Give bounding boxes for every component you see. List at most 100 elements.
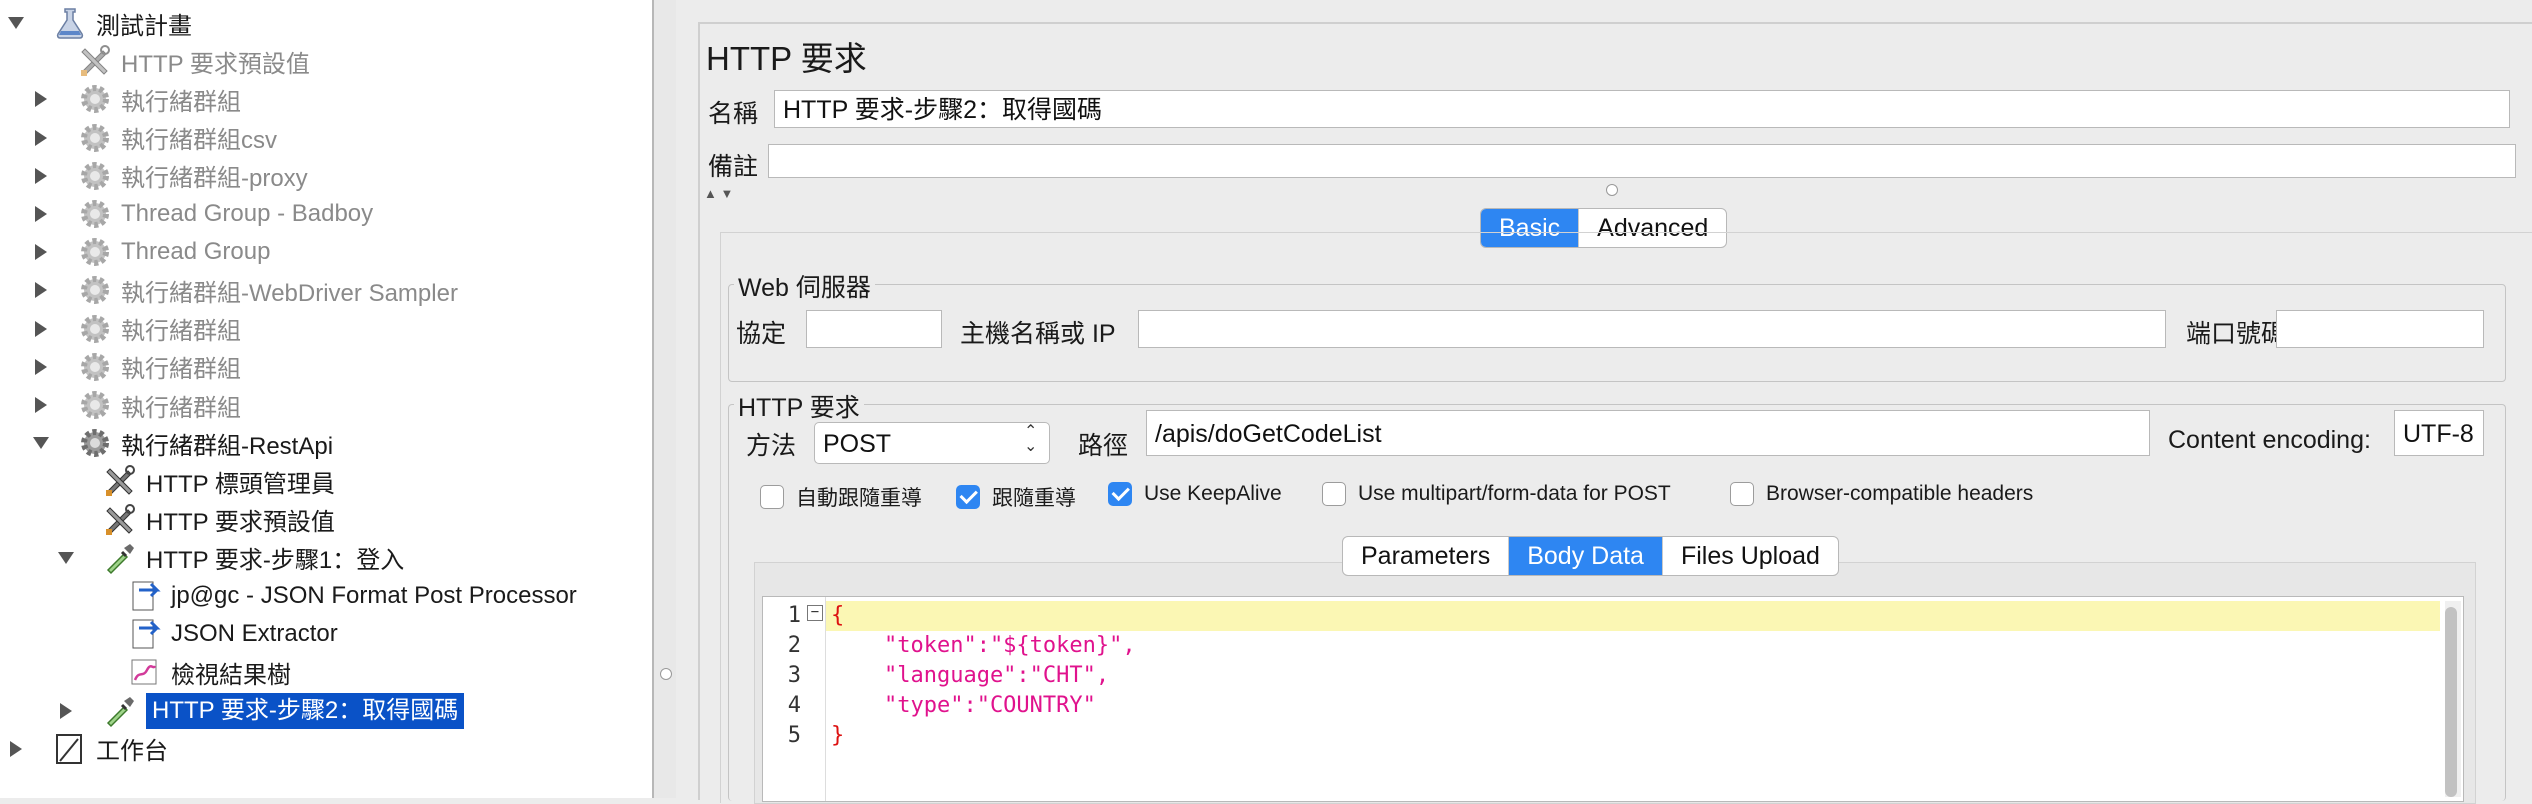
tree-item[interactable]: HTTP 要求預設值 — [77, 42, 310, 80]
expand-arrow-icon[interactable] — [35, 397, 47, 413]
expand-arrow-icon[interactable] — [35, 129, 47, 146]
collapse-arrow-icon[interactable] — [58, 551, 74, 564]
collapse-arrow-icon[interactable] — [8, 17, 24, 29]
collapse-arrows-icon[interactable]: ▲ ▼ — [704, 186, 733, 201]
encoding-field[interactable]: UTF-8 — [2394, 410, 2484, 456]
gear-icon — [77, 234, 113, 270]
auto-redirect-checkbox[interactable]: 自動跟隨重導 — [760, 482, 922, 512]
tree-item[interactable]: 執行緒群組-proxy — [77, 157, 308, 195]
expand-arrow-icon[interactable] — [35, 167, 47, 184]
pane-splitter[interactable] — [654, 0, 676, 798]
tree-item[interactable]: HTTP 要求預設值 — [102, 501, 335, 539]
protocol-label: 協定 — [736, 320, 787, 348]
editor-scrollbar[interactable] — [2445, 601, 2461, 797]
gear-icon — [77, 387, 113, 423]
tree-item-label: 執行緒群組-RestApi — [121, 432, 334, 460]
tree-item[interactable]: 執行緒群組csv — [77, 119, 277, 157]
tree-item-label: Thread Group - Badboy — [121, 200, 374, 227]
tree-item[interactable]: jp@gc - JSON Format Post Processor — [127, 577, 577, 615]
tree-item[interactable]: Thread Group - Badboy — [77, 195, 373, 233]
expand-arrow-icon[interactable] — [35, 282, 47, 299]
port-field[interactable] — [2276, 310, 2484, 348]
browser-compatible-checkbox[interactable]: Browser-compatible headers — [1730, 482, 2033, 506]
tree-item[interactable]: HTTP 要求-步驟1：登入 — [102, 539, 404, 577]
current-line-highlight — [826, 601, 2440, 631]
checkbox-label: 自動跟隨重導 — [796, 487, 922, 510]
expand-arrow-icon[interactable] — [35, 91, 47, 108]
tree-item-label: HTTP 要求預設值 — [121, 50, 310, 78]
collapse-arrow-icon[interactable] — [33, 437, 49, 450]
name-field[interactable]: HTTP 要求-步驟2：取得國碼 — [774, 90, 2510, 128]
resize-handle[interactable] — [1606, 184, 1618, 196]
line-number: 4 — [787, 693, 801, 718]
line-number-gutter: − 1 2 3 4 5 — [763, 597, 826, 801]
scrollbar-thumb[interactable] — [2445, 607, 2457, 797]
checkbox-box[interactable] — [1108, 482, 1132, 506]
post-processor-icon — [127, 616, 163, 652]
comment-field[interactable] — [768, 144, 2516, 178]
protocol-field[interactable] — [806, 310, 942, 348]
body-data-editor[interactable]: − 1 2 3 4 5 { "token":"${token}", "language"… — [762, 596, 2464, 802]
tree-item[interactable]: 執行緒群組 — [77, 386, 241, 424]
post-processor-icon — [127, 578, 163, 614]
tree-item[interactable]: 執行緒群組-RestApi — [77, 424, 333, 462]
tree-item-label: 執行緒群組 — [121, 356, 241, 384]
tree-item[interactable]: 執行緒群組 — [77, 310, 241, 348]
select-stepper-icon[interactable]: ⌃ ⌄ — [1024, 424, 1037, 455]
fold-toggle-icon[interactable]: − — [807, 605, 823, 621]
tree-item[interactable]: 檢視結果樹 — [127, 653, 291, 691]
line-number: 5 — [787, 723, 801, 748]
checkbox-label: Use multipart/form-data for POST — [1358, 482, 1671, 505]
tree-item[interactable]: 執行緒群組 — [77, 80, 241, 118]
tree-item[interactable]: Thread Group — [77, 233, 270, 271]
tree-item[interactable]: JSON Extractor — [127, 615, 338, 653]
tree-item[interactable]: 執行緒群組-WebDriver Sampler — [77, 271, 458, 309]
tree-item-label: 執行緒群組-WebDriver Sampler — [121, 279, 458, 307]
expand-arrow-icon[interactable] — [10, 740, 22, 757]
tab-files-upload[interactable]: Files Upload — [1663, 537, 1838, 575]
expand-arrow-icon[interactable] — [35, 358, 47, 375]
expand-arrow-icon[interactable] — [35, 206, 47, 222]
checkbox-box[interactable] — [956, 485, 980, 509]
wrench-tools-icon — [102, 502, 138, 538]
expand-arrow-icon[interactable] — [60, 702, 72, 719]
tree-item-label: 執行緒群組-proxy — [121, 165, 308, 193]
path-field[interactable]: /apis/doGetCodeList — [1146, 410, 2150, 456]
tree-item-label: 執行緒群組csv — [121, 127, 277, 155]
checkbox-box[interactable] — [760, 485, 784, 509]
code-line: { — [831, 603, 845, 628]
wrench-tools-icon — [77, 43, 113, 79]
path-label: 路徑 — [1078, 432, 1129, 460]
tree-item[interactable]: HTTP 標頭管理員 — [102, 462, 335, 500]
web-server-title: Web 伺服器 — [734, 268, 875, 304]
keepalive-checkbox[interactable]: Use KeepAlive — [1108, 482, 1282, 506]
gear-icon — [77, 311, 113, 347]
http-request-title: HTTP 要求 — [734, 388, 864, 424]
multipart-checkbox[interactable]: Use multipart/form-data for POST — [1322, 482, 1671, 506]
test-plan-tree[interactable]: 測試計畫 HTTP 要求預設值 執行緒群組 執行緒群組csv 執行緒群組-proxy Th… — [0, 0, 654, 798]
tree-item[interactable]: 測試計畫 — [52, 4, 192, 42]
checkbox-label: Browser-compatible headers — [1766, 482, 2034, 505]
tree-item-label: JSON Extractor — [171, 620, 338, 648]
expand-arrow-icon[interactable] — [35, 244, 47, 261]
results-tree-icon — [127, 654, 163, 690]
data-tabs[interactable]: Parameters Body Data Files Upload — [1342, 536, 1839, 576]
code-line: "language":"CHT", — [831, 663, 1110, 688]
method-select[interactable]: POST — [814, 422, 1050, 464]
code-line: "type":"COUNTRY" — [831, 693, 1096, 718]
splitter-handle[interactable] — [660, 668, 672, 680]
tree-item[interactable]: 工作台 — [52, 730, 168, 768]
tree-item-label: HTTP 要求-步驟1：登入 — [146, 547, 405, 575]
tab-body-data[interactable]: Body Data — [1509, 537, 1663, 575]
follow-redirect-checkbox[interactable]: 跟隨重導 — [956, 482, 1076, 512]
checkbox-box[interactable] — [1322, 482, 1346, 506]
pipette-sampler-icon — [102, 693, 138, 729]
tab-parameters[interactable]: Parameters — [1343, 537, 1510, 575]
tree-item[interactable]: 執行緒群組 — [77, 348, 241, 386]
expand-arrow-icon[interactable] — [35, 320, 47, 337]
pipette-sampler-icon — [102, 540, 138, 576]
checkbox-box[interactable] — [1730, 482, 1754, 506]
host-field[interactable] — [1138, 310, 2166, 348]
tree-item-label: jp@gc - JSON Format Post Processor — [171, 582, 577, 609]
tree-item[interactable]: HTTP 要求-步驟2：取得國碼 — [102, 692, 465, 730]
